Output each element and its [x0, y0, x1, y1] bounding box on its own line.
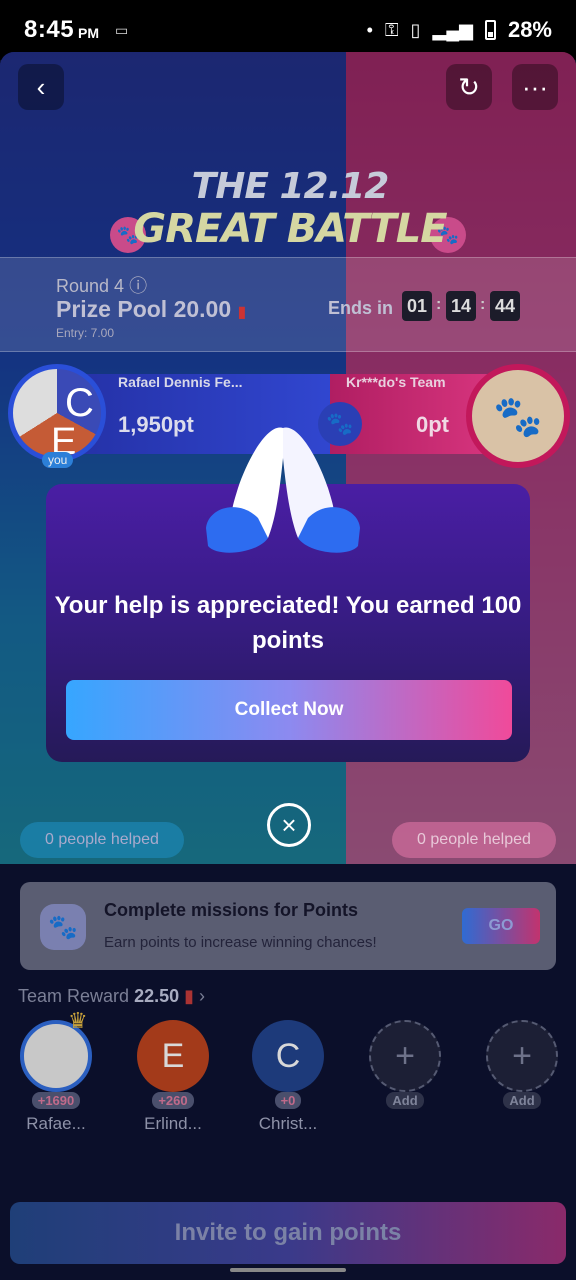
dot-icon: •	[366, 19, 373, 40]
you-badge: you	[42, 452, 74, 468]
member-avatar: E	[137, 1020, 209, 1092]
status-bar: 8:45 PM ▭ • ⚿ ▯ ▂▄▆ 28%	[0, 0, 576, 60]
notification-icon: ▭	[115, 21, 129, 38]
more-icon: ···	[522, 71, 548, 102]
signal-icon: ▂▄▆	[432, 19, 473, 40]
right-team-points: 0pt	[416, 412, 449, 437]
round-info-panel: Round 4 ⓘ Prize Pool 20.00 ▮ Entry: 7.00…	[0, 257, 576, 352]
left-helped-count: 0 people helped	[20, 822, 184, 858]
close-icon: ×	[281, 809, 297, 840]
plus-icon: +	[369, 1020, 441, 1092]
status-time: 8:45	[24, 16, 75, 43]
chevron-left-icon: ‹	[36, 71, 46, 102]
back-button[interactable]: ‹	[18, 64, 64, 110]
red-envelope-icon: ▮	[184, 986, 195, 1006]
member-name: Rafae...	[26, 1114, 86, 1133]
member-points-badge: +1690	[31, 1092, 81, 1109]
missions-subtitle: Earn points to increase winning chances!	[104, 934, 377, 951]
key-icon: ⚿	[384, 19, 399, 40]
member-item[interactable]: E +260 Erlind...	[133, 1020, 213, 1134]
battery-icon	[484, 20, 496, 40]
member-item[interactable]: C +0 Christ...	[248, 1020, 328, 1134]
title-line-2: GREAT BATTLE	[133, 206, 447, 252]
timer-colon: :	[436, 296, 442, 313]
team-members: ♛ +1690 Rafae... E +260 Erlind... C +0 C…	[0, 1008, 576, 1140]
paw-icon: 🐾	[493, 394, 543, 439]
home-indicator[interactable]	[230, 1268, 346, 1272]
collect-now-button[interactable]: Collect Now	[66, 680, 512, 740]
right-helped-count: 0 people helped	[392, 822, 556, 858]
entry-fee: Entry: 7.00	[56, 326, 115, 340]
chevron-right-icon: ›	[199, 986, 206, 1006]
member-name: Erlind...	[144, 1114, 202, 1133]
member-item[interactable]: ♛ +1690 Rafae...	[16, 1008, 96, 1134]
member-points-badge: +260	[152, 1092, 194, 1109]
timer-minutes: 14	[446, 291, 476, 321]
left-team-avatar[interactable]: C E	[8, 364, 106, 462]
status-ampm: PM	[78, 25, 100, 41]
invite-button[interactable]: Invite to gain points	[10, 1202, 566, 1264]
refresh-icon: ↻	[458, 71, 480, 102]
go-button[interactable]: GO	[462, 908, 540, 944]
help-icon[interactable]: ⓘ	[129, 276, 147, 296]
missions-card[interactable]: 🐾 Complete missions for Points Earn poin…	[20, 882, 556, 970]
red-envelope-icon: ▮	[237, 304, 247, 321]
timer-seconds: 44	[490, 291, 520, 321]
add-member-button[interactable]: + Add	[365, 1020, 445, 1110]
status-right: • ⚿ ▯ ▂▄▆ 28%	[367, 17, 552, 43]
event-title: THE 12.12 GREAT BATTLE	[120, 166, 460, 252]
more-button[interactable]: ···	[512, 64, 558, 110]
member-points-badge: +0	[274, 1092, 302, 1109]
member-name: Christ...	[258, 1114, 318, 1133]
left-team-points: 1,950pt	[118, 412, 194, 437]
left-team-name: Rafael Dennis Fe...	[118, 374, 243, 390]
member-avatar: C	[252, 1020, 324, 1092]
refresh-button[interactable]: ↻	[446, 64, 492, 110]
add-label: Add	[503, 1092, 541, 1109]
praying-hands-icon	[206, 427, 360, 553]
ends-in-label: Ends in	[328, 298, 394, 318]
vibrate-icon: ▯	[410, 19, 421, 40]
team-reward-label: Team Reward	[18, 986, 130, 1006]
team-reward-value: 22.50	[134, 986, 180, 1006]
title-line-1: THE 12.12	[191, 166, 390, 207]
missions-title: Complete missions for Points	[104, 900, 359, 920]
close-modal-button[interactable]: ×	[267, 803, 311, 847]
timer-hours: 01	[402, 291, 432, 321]
add-member-button[interactable]: + Add	[482, 1020, 562, 1110]
prize-pool: Prize Pool 20.00 ▮	[56, 296, 247, 322]
timer-colon: :	[480, 296, 486, 313]
round-label: Round 4 ⓘ	[56, 276, 148, 296]
avatar-letter: C	[65, 381, 94, 425]
modal-message: Your help is appreciated! You earned 100…	[54, 592, 522, 654]
plus-icon: +	[486, 1020, 558, 1092]
paw-icon: 🐾	[40, 904, 86, 950]
add-label: Add	[386, 1092, 424, 1109]
right-team-name: Kr***do's Team	[346, 374, 446, 390]
battery-percent: 28%	[507, 17, 552, 42]
crown-icon: ♛	[68, 1008, 88, 1033]
right-team-avatar[interactable]: 🐾	[466, 364, 570, 468]
team-reward[interactable]: Team Reward 22.50 ▮ ›	[18, 986, 205, 1007]
